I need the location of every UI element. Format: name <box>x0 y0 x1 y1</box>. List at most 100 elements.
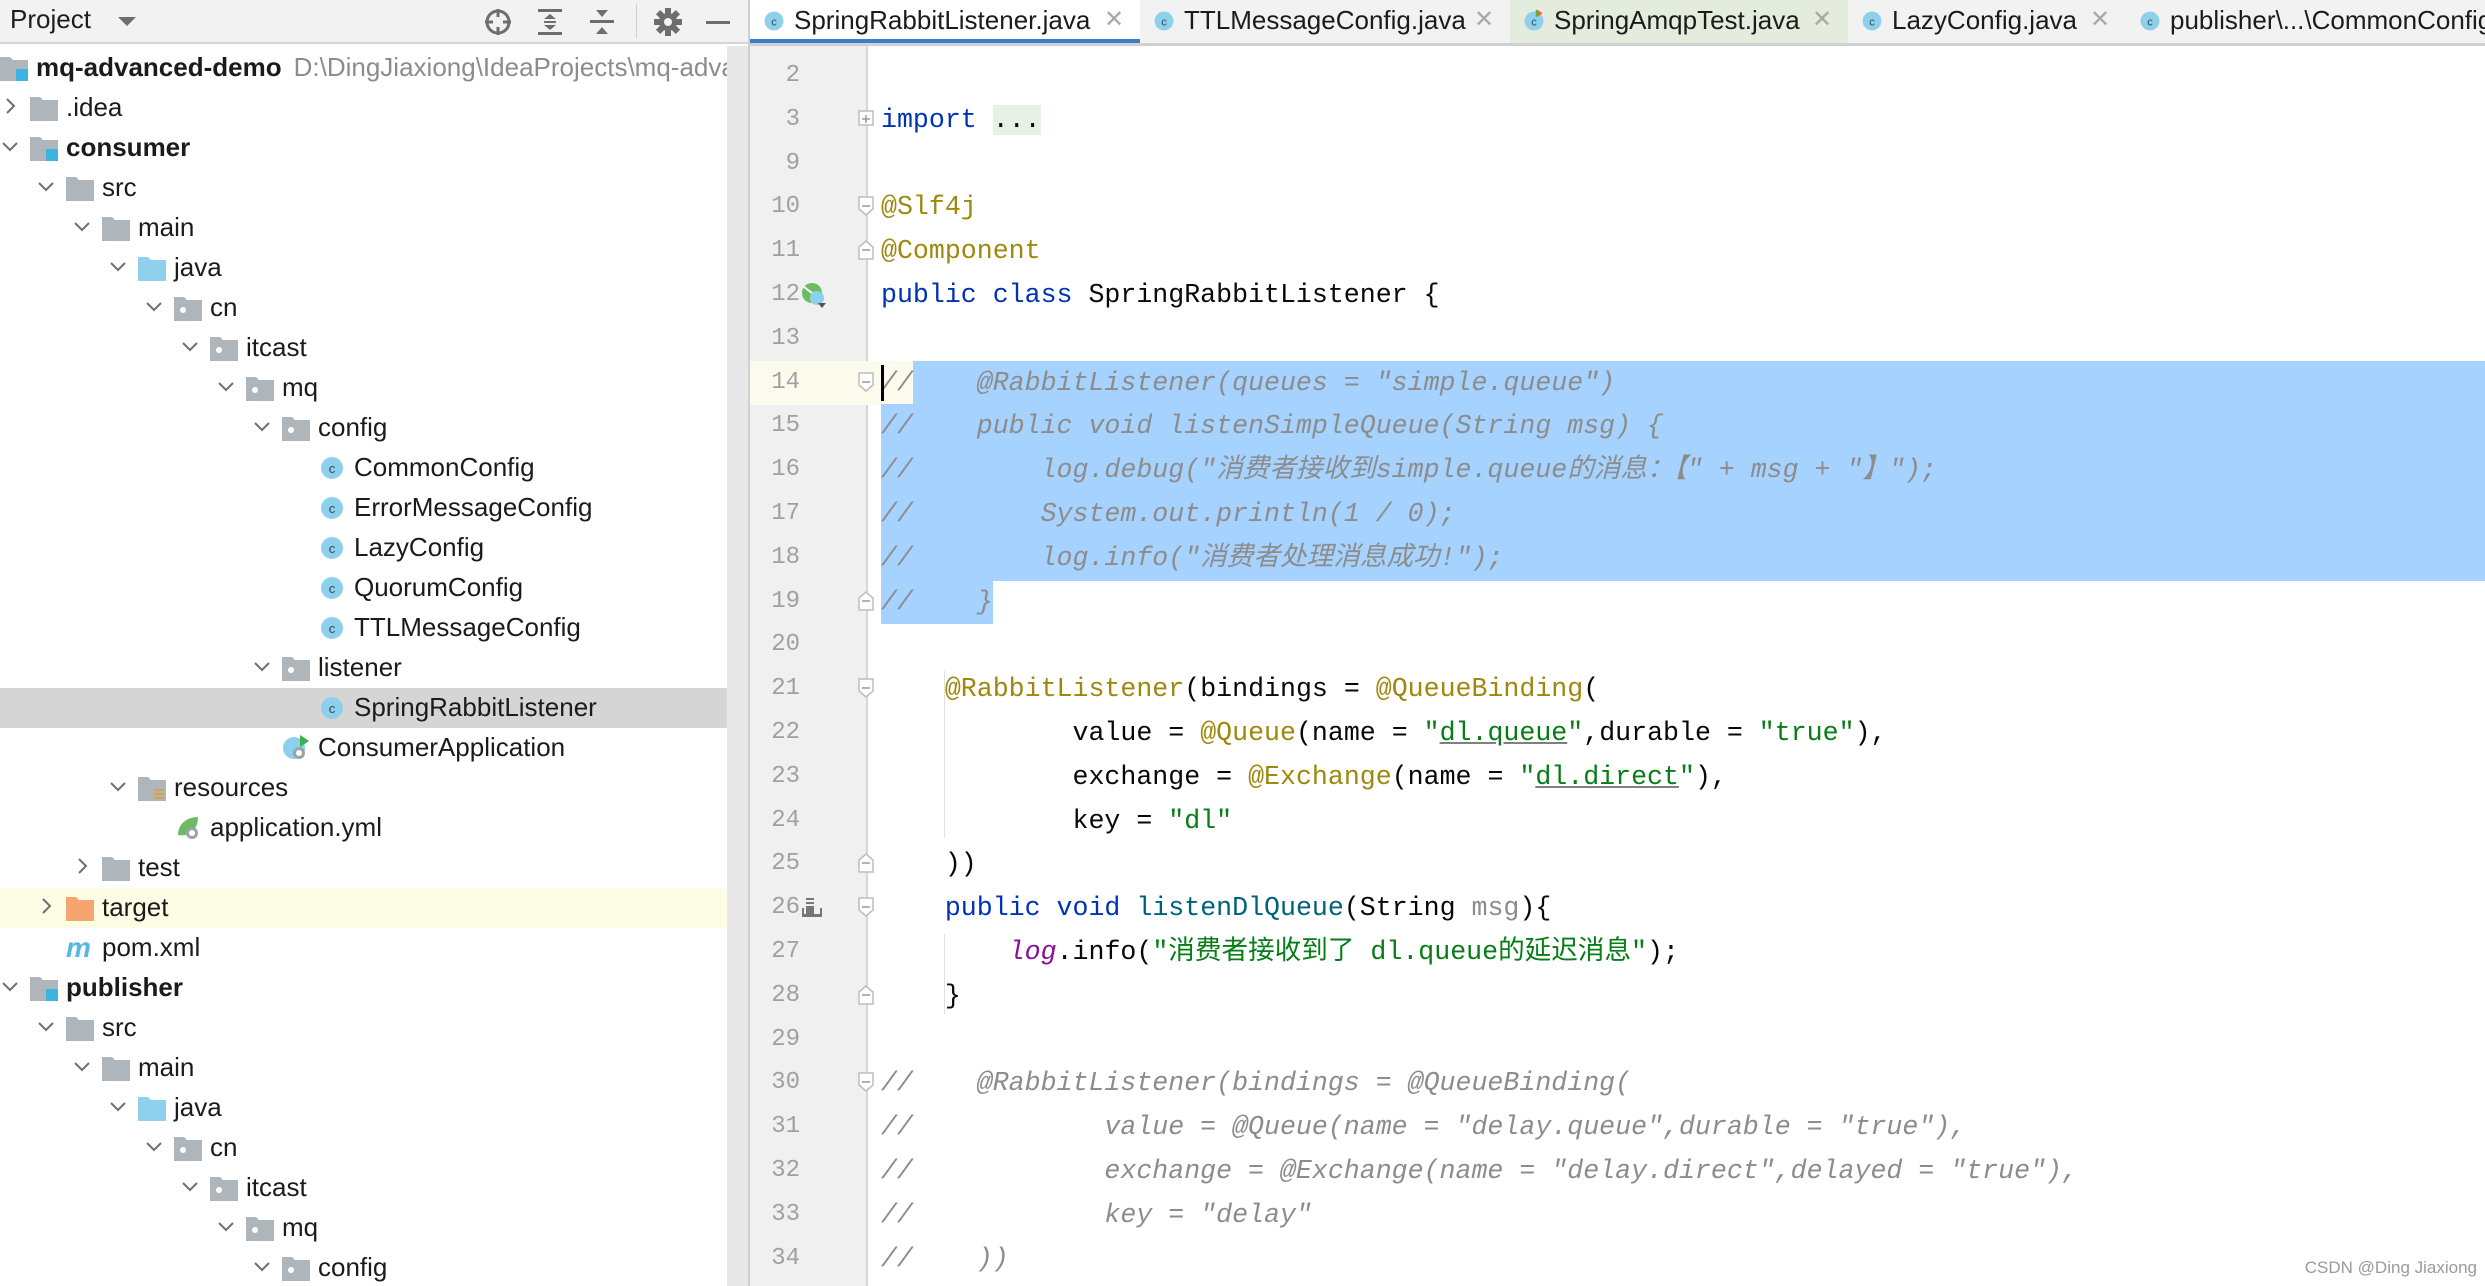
chevron-down-icon[interactable] <box>180 336 200 356</box>
tree-item[interactable]: c CommonConfig <box>0 448 727 488</box>
chevron-down-icon[interactable] <box>108 256 128 276</box>
code-line[interactable]: value = @Queue(name = "dl.queue",durable… <box>881 711 1887 755</box>
code-line[interactable]: )) <box>881 842 977 886</box>
tree-item[interactable]: mq <box>0 1208 727 1248</box>
tree-item[interactable]: config <box>0 1248 727 1286</box>
editor-tab[interactable]: c SpringRabbitListener.java ✕ <box>750 0 1140 43</box>
gear-icon[interactable] <box>652 6 684 38</box>
chevron-down-icon[interactable] <box>252 1256 272 1276</box>
listener-icon[interactable] <box>800 894 828 922</box>
code-line[interactable]: // value = @Queue(name = "delay.queue",d… <box>881 1105 1966 1149</box>
tree-item[interactable]: .idea <box>0 88 727 128</box>
chevron-down-icon[interactable] <box>144 296 164 316</box>
tree-item[interactable]: src <box>0 1008 727 1048</box>
tree-item[interactable]: m pom.xml <box>0 928 727 968</box>
collapse-fold-icon[interactable] <box>858 984 874 1006</box>
spring-bean-icon[interactable] <box>800 281 828 309</box>
code-line[interactable]: // )) <box>881 1237 1009 1281</box>
tree-item[interactable]: java <box>0 248 727 288</box>
collapse-fold-icon[interactable] <box>858 896 874 918</box>
code-line[interactable]: // } <box>881 580 993 624</box>
code-line[interactable]: @Slf4j <box>881 185 977 229</box>
expand-fold-icon[interactable] <box>858 108 874 130</box>
close-tab-icon[interactable]: ✕ <box>1812 5 1832 34</box>
chevron-down-icon[interactable] <box>72 1056 92 1076</box>
code-line[interactable]: @RabbitListener(bindings = @QueueBinding… <box>881 667 1599 711</box>
tree-item[interactable]: main <box>0 1048 727 1088</box>
tree-item[interactable]: ConsumerApplication <box>0 728 727 768</box>
code-line[interactable]: // key = "delay" <box>881 1193 1312 1237</box>
tree-item[interactable]: c TTLMessageConfig <box>0 608 727 648</box>
tree-item[interactable]: mq-advanced-demo D:\DingJiaxiong\IdeaProj… <box>0 48 727 88</box>
chevron-down-icon[interactable] <box>252 656 272 676</box>
tree-item[interactable]: target <box>0 888 727 928</box>
collapse-fold-icon[interactable] <box>858 590 874 612</box>
editor-tab[interactable]: c publisher\...\CommonConfig.java <box>2126 0 2485 43</box>
locate-icon[interactable] <box>482 6 514 38</box>
chevron-down-icon[interactable] <box>108 1096 128 1116</box>
tree-item[interactable]: main <box>0 208 727 248</box>
collapse-fold-icon[interactable] <box>858 195 874 217</box>
chevron-down-icon[interactable] <box>118 17 136 26</box>
chevron-down-icon[interactable] <box>0 976 20 996</box>
code-line[interactable]: } <box>881 974 961 1018</box>
code-line[interactable]: // @RabbitListener(bindings = @QueueBind… <box>881 1061 1631 1105</box>
code-line[interactable]: import ... <box>881 98 1041 142</box>
tree-item[interactable]: src <box>0 168 727 208</box>
chevron-right-icon[interactable] <box>36 896 56 916</box>
code-line[interactable]: // @RabbitListener(queues = "simple.queu… <box>881 361 1615 405</box>
tree-item[interactable]: application.yml <box>0 808 727 848</box>
collapse-fold-icon[interactable] <box>858 239 874 261</box>
collapse-all-icon[interactable] <box>586 6 618 38</box>
code-line[interactable]: exchange = @Exchange(name = "dl.direct")… <box>881 755 1727 799</box>
code-line[interactable]: @Component <box>881 229 1041 273</box>
editor-tab[interactable]: c SpringAmqpTest.java ✕ <box>1510 0 1848 43</box>
tree-item[interactable]: itcast <box>0 1168 727 1208</box>
tree-item[interactable]: config <box>0 408 727 448</box>
close-tab-icon[interactable]: ✕ <box>1104 5 1124 34</box>
collapse-fold-icon[interactable] <box>858 1071 874 1093</box>
code-line[interactable]: // public void listenSimpleQueue(String … <box>881 404 1663 448</box>
chevron-down-icon[interactable] <box>144 1136 164 1156</box>
chevron-right-icon[interactable] <box>72 856 92 876</box>
project-view-selector[interactable]: Project <box>10 4 91 35</box>
chevron-down-icon[interactable] <box>36 176 56 196</box>
close-tab-icon[interactable]: ✕ <box>2090 5 2110 34</box>
close-tab-icon[interactable]: ✕ <box>1474 5 1494 34</box>
code-line[interactable]: log.info("消费者接收到了 dl.queue的延迟消息"); <box>881 930 1679 974</box>
tree-item[interactable]: resources <box>0 768 727 808</box>
chevron-down-icon[interactable] <box>252 416 272 436</box>
tree-item[interactable]: consumer <box>0 128 727 168</box>
tree-item[interactable]: c QuorumConfig <box>0 568 727 608</box>
tree-item[interactable]: mq <box>0 368 727 408</box>
tree-item[interactable]: c LazyConfig <box>0 528 727 568</box>
chevron-down-icon[interactable] <box>72 216 92 236</box>
chevron-down-icon[interactable] <box>216 1216 236 1236</box>
tree-item[interactable]: cn <box>0 288 727 328</box>
tree-item[interactable]: java <box>0 1088 727 1128</box>
code-line[interactable]: public void listenDlQueue(String msg){ <box>881 886 1551 930</box>
code-line[interactable]: // log.info("消费者处理消息成功!"); <box>881 536 1503 580</box>
editor-tab[interactable]: c TTLMessageConfig.java ✕ <box>1140 0 1510 43</box>
chevron-down-icon[interactable] <box>0 136 20 156</box>
tree-item[interactable]: listener <box>0 648 727 688</box>
code-line[interactable]: // log.debug("消费者接收到simple.queue的消息：【" +… <box>881 448 1937 492</box>
hide-panel-icon[interactable] <box>702 6 734 38</box>
tree-item[interactable]: itcast <box>0 328 727 368</box>
code-line[interactable]: public class SpringRabbitListener { <box>881 273 1440 317</box>
tree-item[interactable]: test <box>0 848 727 888</box>
expand-all-icon[interactable] <box>534 6 566 38</box>
code-line[interactable]: // System.out.println(1 / 0); <box>881 492 1456 536</box>
code-line[interactable]: key = "dl" <box>881 799 1233 843</box>
chevron-down-icon[interactable] <box>108 776 128 796</box>
collapse-fold-icon[interactable] <box>858 677 874 699</box>
chevron-down-icon[interactable] <box>216 376 236 396</box>
chevron-down-icon[interactable] <box>36 1016 56 1036</box>
tree-item[interactable]: c SpringRabbitListener <box>0 688 727 728</box>
tree-item[interactable]: c ErrorMessageConfig <box>0 488 727 528</box>
project-tree-scrollbar[interactable] <box>727 46 748 1286</box>
collapse-fold-icon[interactable] <box>858 852 874 874</box>
collapse-fold-icon[interactable] <box>858 371 874 393</box>
code-line[interactable]: // exchange = @Exchange(name = "delay.di… <box>881 1149 2078 1193</box>
chevron-right-icon[interactable] <box>0 96 20 116</box>
